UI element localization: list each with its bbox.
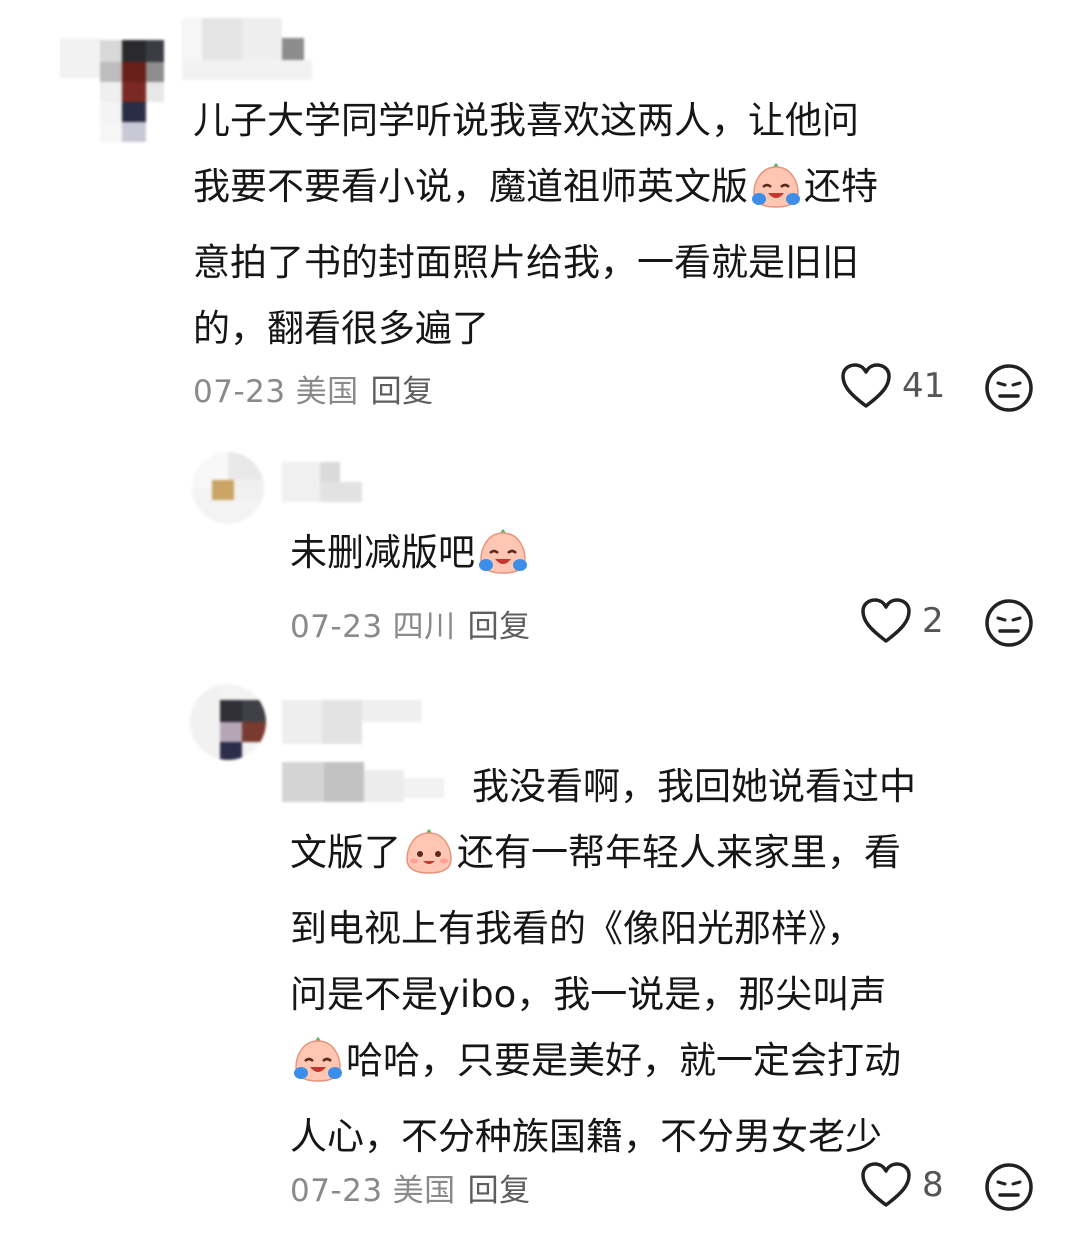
avatar[interactable] (192, 452, 264, 524)
dislike-face-icon[interactable] (984, 1162, 1034, 1212)
smiling-emoji (403, 827, 455, 896)
comment-location: 美国 (295, 374, 359, 410)
comment-date: 07-23 (193, 374, 286, 410)
comment-meta: 07-23 美国 回复 (193, 366, 434, 411)
comment-location: 四川 (392, 609, 456, 645)
username[interactable] (182, 18, 327, 80)
comment-date: 07-23 (290, 609, 383, 645)
comment-location: 美国 (392, 1173, 456, 1209)
like-button[interactable]: 41 (840, 362, 945, 410)
laughing-tears-emoji (750, 161, 802, 230)
reply-button[interactable]: 回复 (468, 1173, 531, 1209)
like-button[interactable]: 8 (860, 1161, 944, 1209)
reply-button[interactable]: 回复 (371, 374, 434, 410)
heart-outline-icon (841, 363, 891, 408)
comment-date: 07-23 (290, 1173, 383, 1209)
like-button[interactable]: 2 (860, 597, 944, 645)
dislike-face-icon[interactable] (984, 363, 1034, 413)
comment-meta: 07-23 四川 回复 (290, 601, 531, 646)
heart-outline-icon (861, 598, 911, 643)
dislike-face-icon[interactable] (984, 598, 1034, 648)
avatar[interactable] (60, 38, 164, 142)
laughing-tears-emoji (477, 527, 529, 596)
username[interactable] (282, 462, 362, 502)
comment-text: 未删减版吧 (290, 520, 531, 596)
laughing-tears-emoji (292, 1035, 344, 1104)
reply-button[interactable]: 回复 (468, 609, 531, 645)
comment-meta: 07-23 美国 回复 (290, 1165, 531, 1210)
like-count: 2 (922, 601, 944, 641)
heart-outline-icon (861, 1162, 911, 1207)
comment-text: 我没看啊，我回她说看过中 文版了 还有一帮年轻人来家里，看 到电视上有我看的《像… (290, 765, 916, 1158)
comment-text: 儿子大学同学听说我喜欢这两人，让他问 我要不要看小说，魔道祖师英文版 还特 意拍… (193, 99, 878, 350)
like-count: 41 (902, 366, 946, 406)
username[interactable] (282, 700, 422, 744)
like-count: 8 (922, 1165, 944, 1205)
avatar[interactable] (190, 684, 266, 760)
